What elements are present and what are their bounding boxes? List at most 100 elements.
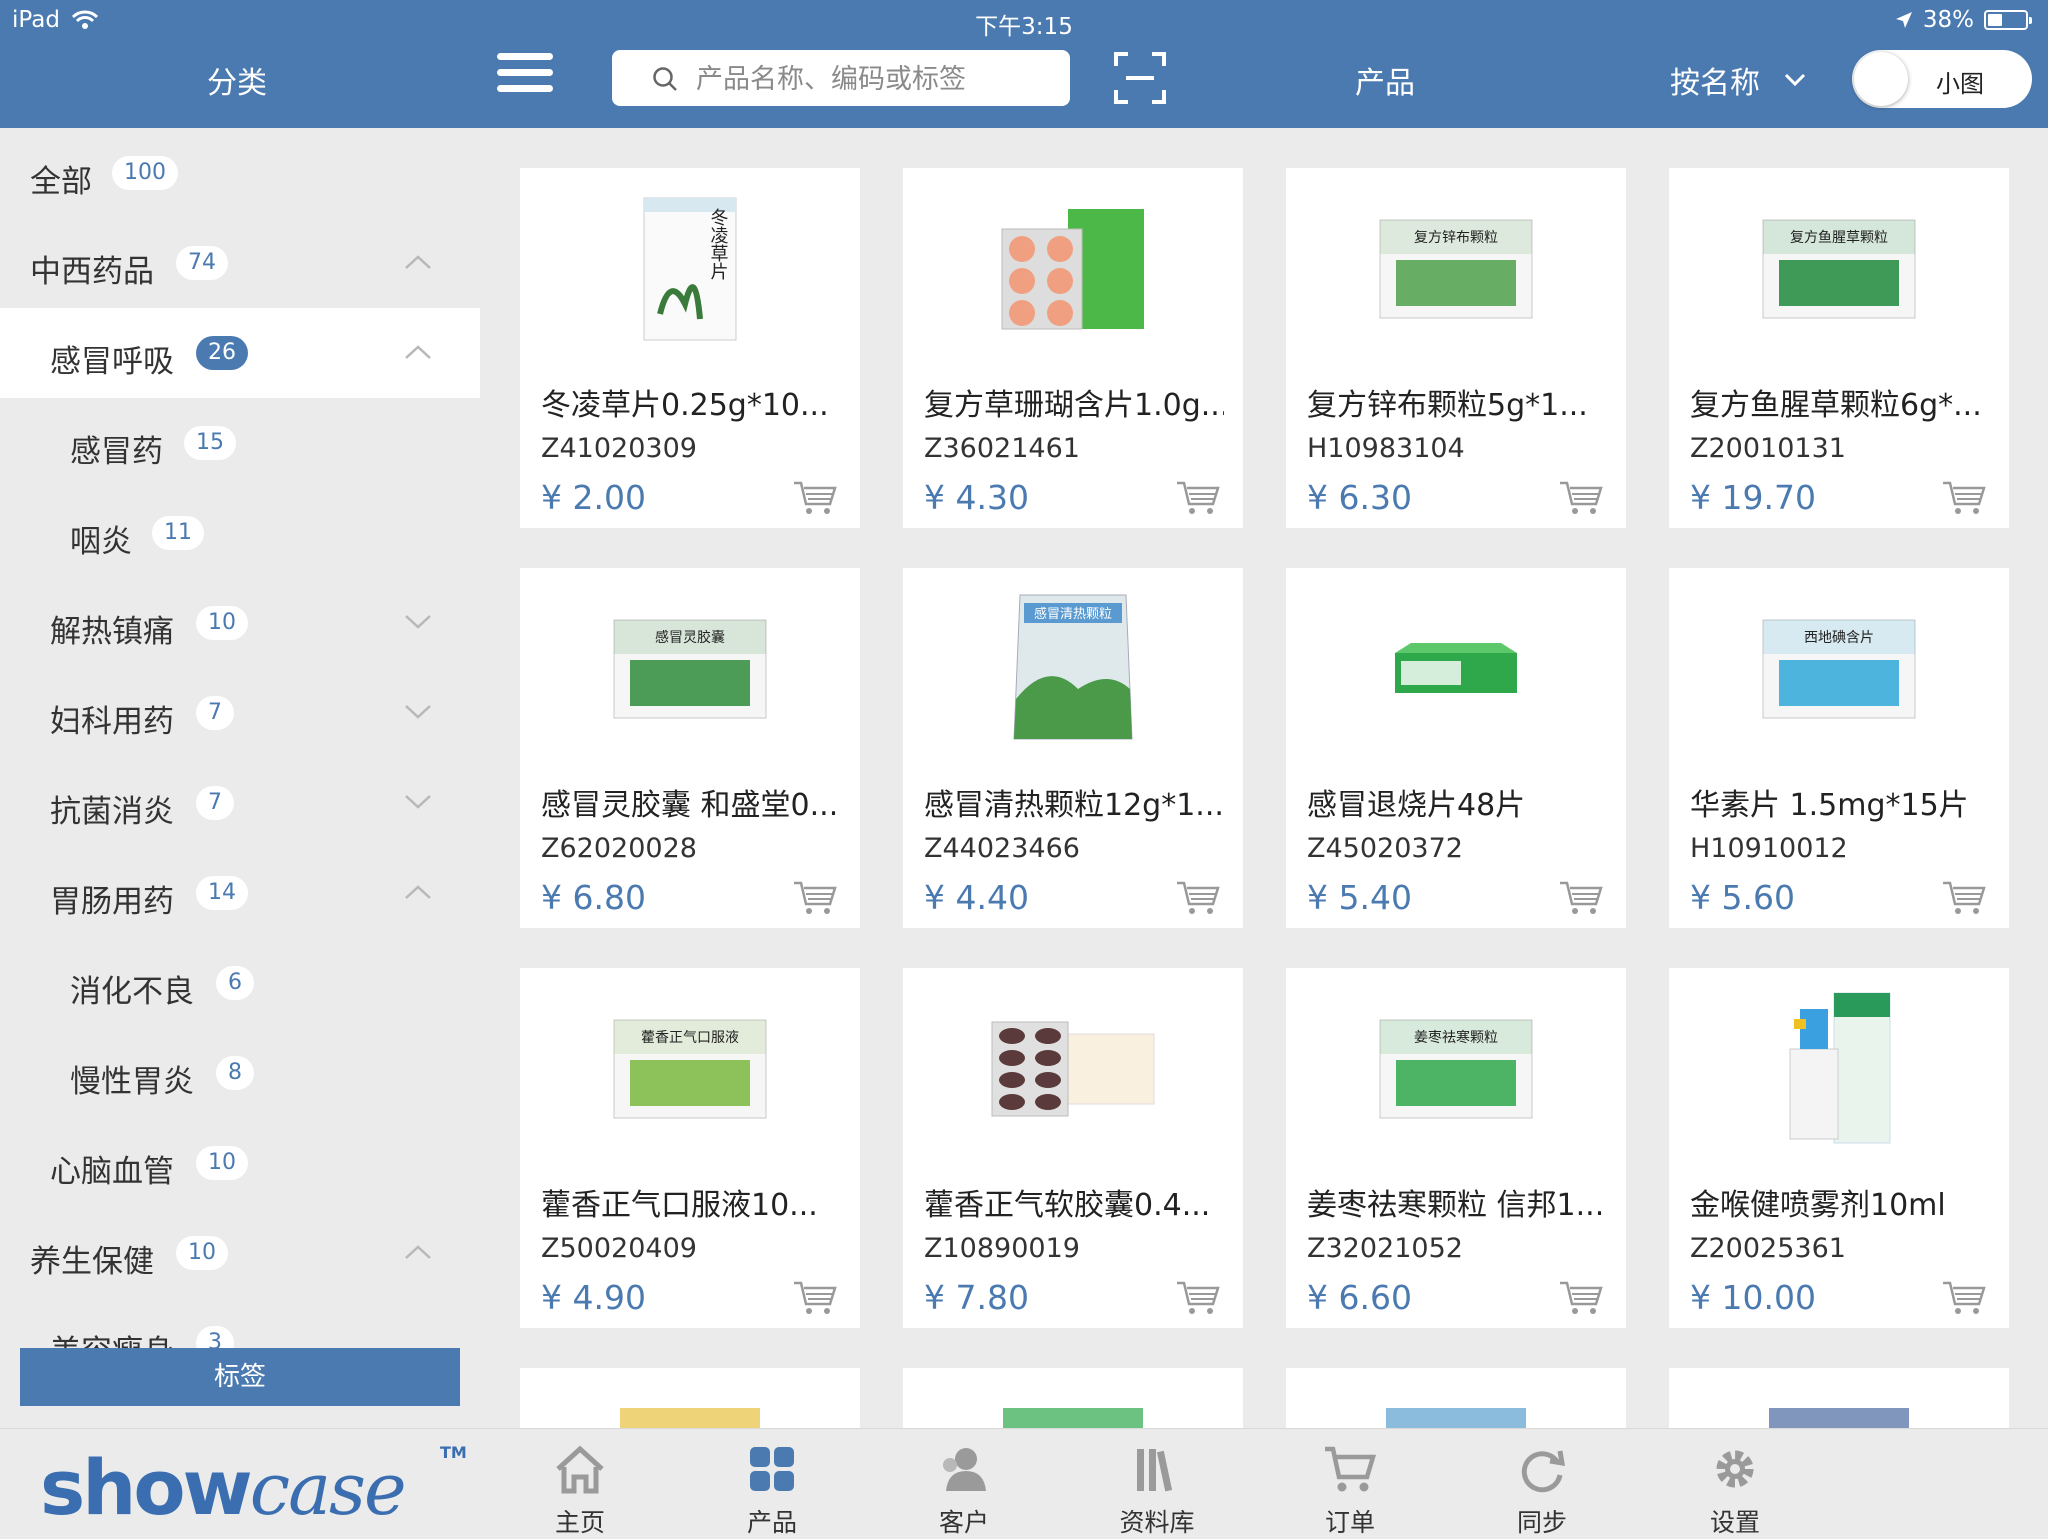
chevron-up-icon[interactable] <box>404 254 432 270</box>
tab-label: 产品 <box>746 1508 797 1537</box>
product-name: 复方鱼腥草颗粒6g*... <box>1690 388 1982 423</box>
add-to-cart-icon[interactable] <box>1941 1280 1987 1316</box>
product-code: H10910012 <box>1690 833 1848 864</box>
product-card[interactable]: 藿香正气口服液 藿香正气口服液10... Z50020409 ¥ 4.90 <box>520 968 860 1328</box>
product-image: 姜枣祛寒颗粒 <box>1286 984 1626 1154</box>
product-price: ¥ 7.80 <box>924 1278 1029 1317</box>
category-count-badge: 10 <box>176 1236 228 1270</box>
product-name: 复方锌布颗粒5g*1... <box>1307 388 1588 423</box>
product-code: Z20025361 <box>1690 1233 1846 1264</box>
tab-label: 客户 <box>938 1508 989 1537</box>
tab-bar: showcase TM 主页 产品 客户 资料库 订单 同步 设置 <box>0 1428 2048 1539</box>
chevron-up-icon[interactable] <box>404 344 432 360</box>
scan-icon[interactable] <box>1114 52 1166 104</box>
sidebar-category[interactable]: 咽炎 11 <box>0 488 480 578</box>
tab-customer[interactable]: 客户 <box>904 1443 1024 1539</box>
add-to-cart-icon[interactable] <box>1558 480 1604 516</box>
logo-bold: show <box>40 1443 253 1532</box>
sidebar-category[interactable]: 感冒呼吸 26 <box>0 308 480 398</box>
product-card[interactable]: 藿香正气软胶囊0.4... Z10890019 ¥ 7.80 <box>903 968 1243 1328</box>
product-name: 藿香正气口服液10... <box>541 1188 818 1223</box>
thumb-label-text: 感冒灵胶囊 <box>655 629 725 646</box>
sidebar-category[interactable]: 感冒药 15 <box>0 398 480 488</box>
sync-icon <box>1521 1450 1566 1493</box>
add-to-cart-icon[interactable] <box>1941 880 1987 916</box>
tab-library[interactable]: 资料库 <box>1097 1443 1217 1539</box>
product-card[interactable]: 冬凌草片 冬凌草片0.25g*10... Z41020309 ¥ 2.00 <box>520 168 860 528</box>
add-to-cart-icon[interactable] <box>792 880 838 916</box>
product-image: 感冒灵胶囊 <box>520 584 860 754</box>
thumb-label-text: 复方锌布颗粒 <box>1414 229 1498 246</box>
product-card-partial[interactable] <box>1669 1368 2009 1428</box>
product-name: 金喉健喷雾剂10ml <box>1690 1188 1946 1223</box>
chevron-up-icon[interactable] <box>404 884 432 900</box>
search-box[interactable] <box>612 50 1070 108</box>
sidebar-category[interactable]: 消化不良 6 <box>0 938 480 1028</box>
product-card[interactable]: 复方锌布颗粒 复方锌布颗粒5g*1... H10983104 ¥ 6.30 <box>1286 168 1626 528</box>
thumb-label-text: 西地碘含片 <box>1804 630 1874 646</box>
sidebar-category[interactable]: 心脑血管 10 <box>0 1118 480 1208</box>
sort-dropdown[interactable]: 按名称 <box>1670 58 1806 102</box>
product-title: 产品 <box>1355 66 1415 101</box>
product-card[interactable]: 姜枣祛寒颗粒 姜枣祛寒颗粒 信邦1... Z32021052 ¥ 6.60 <box>1286 968 1626 1328</box>
product-image: 西地碘含片 <box>1669 584 2009 754</box>
product-name: 华素片 1.5mg*15片 <box>1690 788 1969 823</box>
product-card[interactable]: 复方鱼腥草颗粒 复方鱼腥草颗粒6g*... Z20010131 ¥ 19.70 <box>1669 168 2009 528</box>
product-card[interactable]: 复方草珊瑚含片1.0g... Z36021461 ¥ 4.30 <box>903 168 1243 528</box>
tab-grid[interactable]: 产品 <box>712 1443 832 1539</box>
product-card[interactable]: 金喉健喷雾剂10ml Z20025361 ¥ 10.00 <box>1669 968 2009 1328</box>
tab-gear[interactable]: 设置 <box>1675 1443 1795 1539</box>
sidebar-category[interactable]: 养生保健 10 <box>0 1208 480 1298</box>
product-card-partial[interactable] <box>1286 1368 1626 1428</box>
product-card-partial[interactable] <box>903 1368 1243 1428</box>
product-image <box>1669 984 2009 1154</box>
add-to-cart-icon[interactable] <box>1941 480 1987 516</box>
product-card-partial[interactable] <box>520 1368 860 1428</box>
category-sidebar: 全部 100 中西药品 74 感冒呼吸 26 感冒药 15 咽炎 11 解热镇痛 10 妇科用药 7 抗菌消… <box>0 128 480 1428</box>
tab-label: 同步 <box>1516 1508 1567 1537</box>
product-card[interactable]: 感冒退烧片48片 Z45020372 ¥ 5.40 <box>1286 568 1626 928</box>
product-card[interactable]: 感冒清热颗粒 感冒清热颗粒12g*1... Z44023466 ¥ 4.40 <box>903 568 1243 928</box>
add-to-cart-icon[interactable] <box>792 480 838 516</box>
sidebar-category[interactable]: 解热镇痛 10 <box>0 578 480 668</box>
menu-button[interactable] <box>497 53 553 97</box>
tab-cart[interactable]: 订单 <box>1290 1443 1410 1539</box>
sidebar-category[interactable]: 抗菌消炎 7 <box>0 758 480 848</box>
add-to-cart-icon[interactable] <box>1175 880 1221 916</box>
category-count-badge: 74 <box>176 246 228 280</box>
category-name: 解热镇痛 <box>50 614 174 650</box>
showcase-logo: showcase TM <box>40 1443 467 1532</box>
category-name: 消化不良 <box>70 974 194 1010</box>
product-image: 冬凌草片 <box>520 184 860 354</box>
add-to-cart-icon[interactable] <box>1558 1280 1604 1316</box>
sort-label: 按名称 <box>1670 66 1760 101</box>
sidebar-category[interactable]: 胃肠用药 14 <box>0 848 480 938</box>
add-to-cart-icon[interactable] <box>1175 1280 1221 1316</box>
category-title: 分类 <box>207 66 267 101</box>
category-name: 感冒呼吸 <box>50 344 174 380</box>
chevron-down-icon[interactable] <box>404 614 432 630</box>
tags-button[interactable]: 标签 <box>20 1348 460 1406</box>
menu-icon-line <box>497 69 553 76</box>
category-count-badge: 11 <box>152 516 204 550</box>
sidebar-category[interactable]: 全部 100 <box>0 128 480 218</box>
tab-sync[interactable]: 同步 <box>1482 1443 1602 1539</box>
sidebar-category[interactable]: 妇科用药 7 <box>0 668 480 758</box>
product-card[interactable]: 西地碘含片 华素片 1.5mg*15片 H10910012 ¥ 5.60 <box>1669 568 2009 928</box>
product-image <box>903 984 1243 1154</box>
sidebar-category[interactable]: 中西药品 74 <box>0 218 480 308</box>
sidebar-category[interactable]: 慢性胃炎 8 <box>0 1028 480 1118</box>
category-name: 中西药品 <box>30 254 154 290</box>
tab-home[interactable]: 主页 <box>520 1443 640 1539</box>
product-price: ¥ 2.00 <box>541 478 646 517</box>
add-to-cart-icon[interactable] <box>1558 880 1604 916</box>
add-to-cart-icon[interactable] <box>792 1280 838 1316</box>
chevron-down-icon[interactable] <box>404 794 432 810</box>
product-image <box>620 1408 760 1428</box>
add-to-cart-icon[interactable] <box>1175 480 1221 516</box>
search-input[interactable] <box>694 50 1058 108</box>
product-card[interactable]: 感冒灵胶囊 感冒灵胶囊 和盛堂0... Z62020028 ¥ 6.80 <box>520 568 860 928</box>
view-toggle[interactable]: 小图 <box>1852 50 2032 108</box>
chevron-up-icon[interactable] <box>404 1244 432 1260</box>
chevron-down-icon[interactable] <box>404 704 432 720</box>
